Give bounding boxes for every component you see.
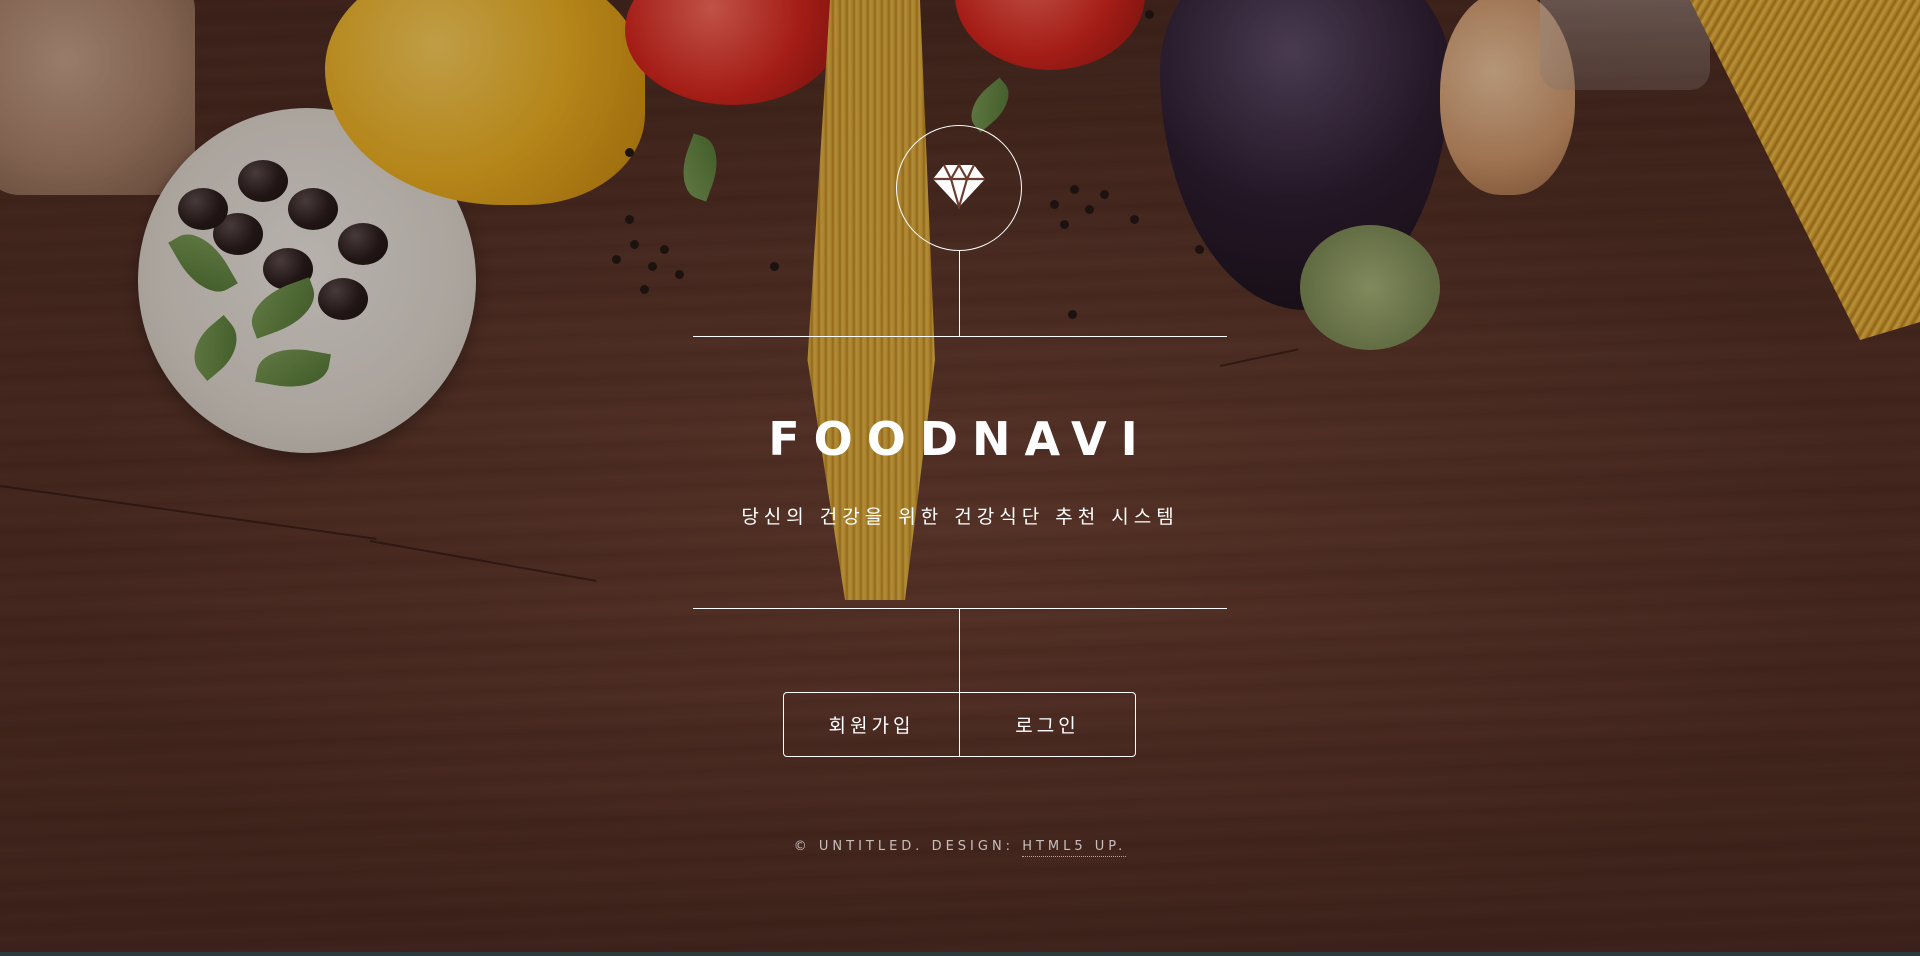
logo-circle — [896, 125, 1022, 251]
connector-line-bottom — [959, 608, 960, 693]
footer: © UNTITLED. DESIGN: HTML5 UP. — [0, 839, 1920, 857]
login-button[interactable]: 로그인 — [959, 693, 1135, 756]
bottom-bar — [0, 952, 1920, 956]
html5up-link[interactable]: HTML5 UP. — [1022, 839, 1127, 857]
divider-line-top — [693, 336, 1227, 337]
divider-line-bottom — [693, 608, 1227, 609]
copyright-text: © UNTITLED. DESIGN: — [793, 839, 1015, 854]
main-nav: 회원가입 로그인 — [783, 692, 1136, 757]
site-subtitle: 당신의 건강을 위한 건강식단 추천 시스템 — [741, 506, 1179, 528]
diamond-icon — [932, 162, 986, 213]
site-title: FOODNAVI — [768, 412, 1152, 466]
signup-button[interactable]: 회원가입 — [784, 693, 959, 756]
connector-line-top — [959, 251, 960, 337]
